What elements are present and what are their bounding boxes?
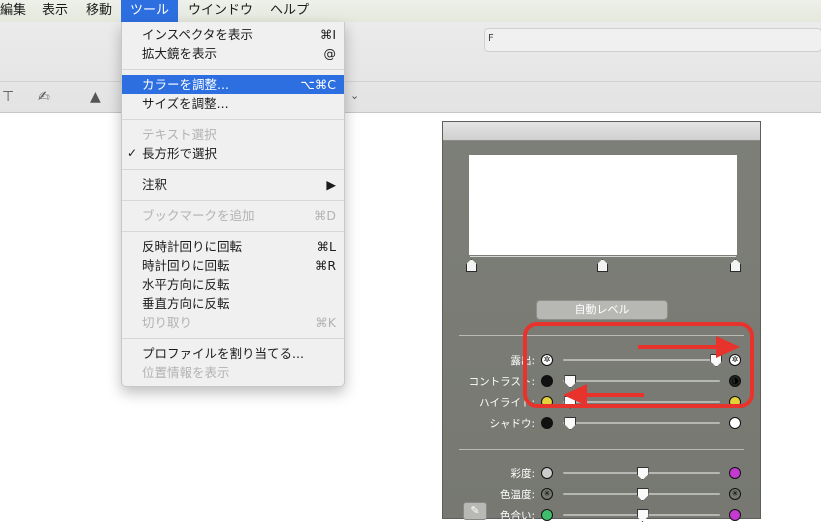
tools-dropdown: インスペクタを表示 ⌘I 拡大鏡を表示 @ カラーを調整... ⌥⌘C サイズを… — [121, 22, 345, 387]
menu-item-shortcut: ⌘L — [316, 239, 336, 254]
annotation-arrow-right-shaft — [638, 345, 720, 349]
menu-item-label: テキスト選択 — [142, 127, 217, 142]
shadows-min-icon — [541, 417, 553, 429]
menu-separator — [122, 338, 344, 339]
histogram — [469, 155, 737, 255]
temperature-min-icon: ✳ — [541, 488, 553, 500]
menu-item-label: 時計回りに回転 — [142, 258, 230, 273]
histogram-baseline — [470, 256, 736, 257]
slider-label-temperature: 色温度: — [499, 489, 535, 501]
menu-item-text-selection: テキスト選択 — [122, 125, 344, 144]
menu-item-add-bookmark: ブックマークを追加 ⌘D — [122, 206, 344, 225]
menu-item-label: 拡大鏡を表示 — [142, 46, 218, 61]
menu-item-label: 長方形で選択 — [142, 146, 218, 161]
menu-separator — [122, 119, 344, 120]
menu-item-shortcut: ⌘R — [314, 258, 336, 273]
menu-item-label: プロファイルを割り当てる... — [142, 346, 304, 361]
menu-tools[interactable]: ツール — [121, 0, 179, 22]
menu-item-shortcut: ⌘D — [313, 208, 336, 223]
menu-item-shortcut: @ — [323, 46, 337, 61]
menu-separator — [122, 69, 344, 70]
menu-item-shortcut: ⌘I — [319, 27, 336, 42]
slider-knob-temperature[interactable] — [636, 488, 649, 501]
menu-item-label: ブックマークを追加 — [142, 208, 255, 223]
menu-item-assign-profile[interactable]: プロファイルを割り当てる... — [122, 344, 344, 363]
menu-go[interactable]: 移動 — [86, 0, 112, 22]
adjust-color-icon[interactable]: ▲ — [90, 89, 101, 105]
menu-item-shortcut: ⌘K — [315, 315, 336, 330]
submenu-arrow-icon: ▶ — [326, 177, 336, 192]
slider-label-shadows: シャドウ: — [489, 418, 535, 430]
chevron-down-icon[interactable]: ⌄ — [350, 89, 359, 102]
white-point-handle[interactable] — [730, 259, 741, 272]
menu-bar: 編集 表示 移動 ツール ウインドウ ヘルプ — [0, 0, 821, 23]
tint-max-icon — [729, 509, 741, 521]
menu-item-annotate[interactable]: 注釈 ▶ — [122, 175, 344, 194]
menu-item-show-inspector[interactable]: インスペクタを表示 ⌘I — [122, 25, 344, 44]
menu-item-label: インスペクタを表示 — [142, 27, 253, 42]
menu-item-show-magnifier[interactable]: 拡大鏡を表示 @ — [122, 44, 344, 63]
menu-item-label: サイズを調整... — [142, 96, 229, 111]
menu-item-adjust-size[interactable]: サイズを調整... — [122, 94, 344, 113]
saturation-min-icon — [541, 467, 553, 479]
menu-help[interactable]: ヘルプ — [270, 0, 309, 22]
shadows-max-icon — [729, 417, 741, 429]
midtone-handle[interactable] — [597, 259, 608, 272]
saturation-max-icon — [729, 467, 741, 479]
adjust-color-panel: 自動レベル 露出: ✲ ✲ コントラスト: ◑ ハイライト: シャドウ: 彩度: 色温度: ✳ ✳ 色… — [442, 121, 761, 522]
text-box-icon[interactable]: ⊤ — [2, 89, 14, 105]
menu-item-label: 位置情報を表示 — [142, 365, 230, 380]
menu-item-rotate-right[interactable]: 時計回りに回転 ⌘R — [122, 256, 344, 275]
menu-item-crop: 切り取り ⌘K — [122, 313, 344, 332]
menu-edit[interactable]: 編集 — [0, 0, 26, 22]
slider-knob-tint[interactable] — [636, 509, 649, 522]
menu-item-rectangular-selection[interactable]: ✓ 長方形で選択 — [122, 144, 344, 163]
menu-window[interactable]: ウインドウ — [188, 0, 253, 22]
auto-levels-button[interactable]: 自動レベル — [536, 300, 668, 320]
search-field[interactable]: F — [484, 28, 821, 52]
menu-item-flip-vertical[interactable]: 垂直方向に反転 — [122, 294, 344, 313]
annotation-arrow-right-head — [716, 336, 740, 358]
eyedropper-icon[interactable]: ✎ — [463, 502, 487, 520]
menu-item-label: 切り取り — [142, 315, 193, 330]
menu-item-label: 注釈 — [142, 177, 168, 192]
black-point-handle[interactable] — [466, 259, 477, 272]
panel-separator — [459, 449, 744, 450]
menu-item-label: 垂直方向に反転 — [142, 296, 230, 311]
menu-separator — [122, 231, 344, 232]
menu-item-show-location: 位置情報を表示 — [122, 363, 344, 382]
annotation-arrow-left-shaft — [586, 393, 644, 397]
menu-item-rotate-left[interactable]: 反時計回りに回転 ⌘L — [122, 237, 344, 256]
menu-item-flip-horizontal[interactable]: 水平方向に反転 — [122, 275, 344, 294]
annotation-arrow-left-head — [563, 384, 587, 406]
temperature-max-icon: ✳ — [729, 488, 741, 500]
menu-item-shortcut: ⌥⌘C — [300, 77, 336, 92]
slider-knob-shadows[interactable] — [564, 417, 577, 430]
menu-item-label: カラーを調整... — [142, 77, 229, 92]
menu-separator — [122, 169, 344, 170]
menu-item-label: 反時計回りに回転 — [142, 239, 243, 254]
checkmark-icon: ✓ — [127, 146, 138, 160]
signature-icon[interactable]: ✍ — [38, 89, 50, 105]
slider-knob-saturation[interactable] — [636, 467, 649, 480]
panel-title-bar[interactable] — [443, 122, 760, 141]
slider-track-shadows[interactable] — [563, 422, 720, 424]
tint-min-icon — [541, 509, 553, 521]
menu-separator — [122, 200, 344, 201]
search-text: F — [488, 33, 494, 44]
menu-item-adjust-color[interactable]: カラーを調整... ⌥⌘C — [122, 75, 344, 94]
slider-label-saturation: 彩度: — [510, 468, 535, 480]
menu-item-label: 水平方向に反転 — [142, 277, 230, 292]
menu-view[interactable]: 表示 — [42, 0, 68, 22]
